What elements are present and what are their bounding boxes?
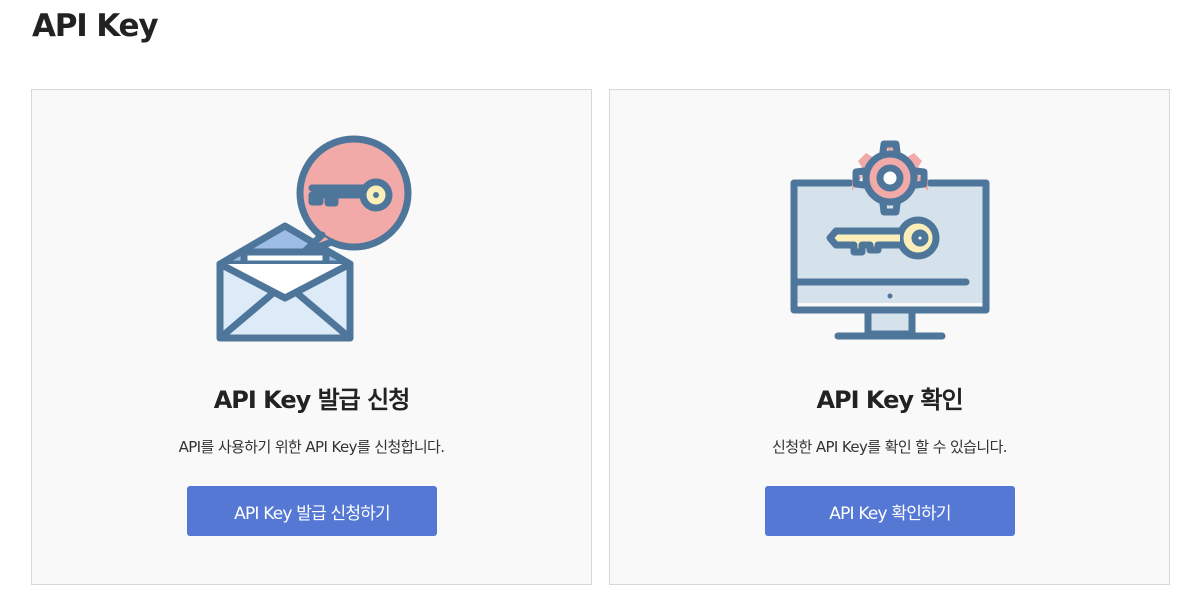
api-key-request-card: API Key 발급 신청 API를 사용하기 위한 API Key를 신청합니… bbox=[31, 89, 592, 585]
monitor-key-gear-icon bbox=[610, 90, 1169, 350]
api-key-check-card: API Key 확인 신청한 API Key를 확인 할 수 있습니다. API… bbox=[609, 89, 1170, 585]
request-api-key-button[interactable]: API Key 발급 신청하기 bbox=[187, 486, 437, 536]
card-description: 신청한 API Key를 확인 할 수 있습니다. bbox=[772, 438, 1008, 456]
card-description: API를 사용하기 위한 API Key를 신청합니다. bbox=[178, 438, 445, 456]
card-title: API Key 확인 bbox=[816, 386, 963, 414]
page-title: API Key bbox=[32, 8, 159, 44]
envelope-key-icon bbox=[32, 90, 591, 350]
card-title: API Key 발급 신청 bbox=[213, 386, 411, 414]
check-api-key-button[interactable]: API Key 확인하기 bbox=[765, 486, 1015, 536]
